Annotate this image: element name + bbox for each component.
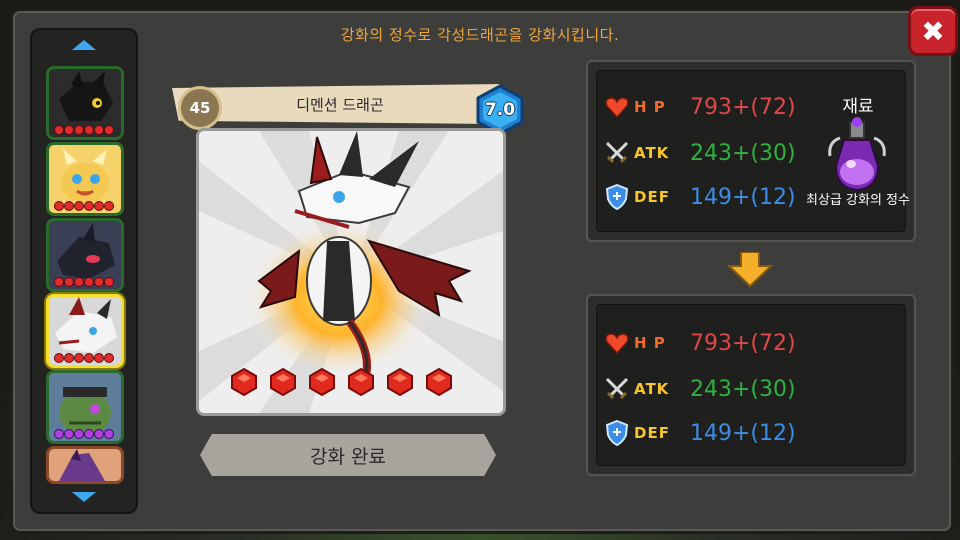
scroll-down-icon[interactable] [72,492,96,502]
material-name: 최상급 강화의 정수 [806,193,910,208]
dragon-name: 디멘션 드래곤 [296,96,384,114]
stat-row-hp: H P 793+(72) [604,90,796,124]
star-rating [55,278,113,286]
red-gem-icon [348,368,374,396]
star-rating [55,202,113,210]
arrow-down-icon [727,252,773,288]
close-button[interactable]: ✖ [908,6,958,56]
dragon-list-sidebar[interactable] [30,28,138,514]
red-gem-icon [387,368,413,396]
shield-icon [604,184,630,210]
hp-value-result: 793+(72) [690,330,796,356]
grade-value: 7.0 [484,100,516,120]
scroll-up-icon[interactable] [72,40,96,50]
star-rating [55,430,113,438]
def-value-result: 149+(12) [690,420,796,446]
red-gem-icon [231,368,257,396]
stat-row-hp-result: H P 793+(72) [604,326,796,360]
crossed-swords-icon [604,376,630,402]
close-icon: ✖ [921,14,945,48]
stat-row-atk-result: ATK 243+(30) [604,372,796,406]
heart-icon [604,330,630,356]
red-gem-icon [309,368,335,396]
dragon-list-item-selected[interactable] [46,294,124,368]
dragon-list-item[interactable] [46,370,124,444]
dragon-list-item[interactable] [46,66,124,140]
heart-icon [604,94,630,120]
dragon-level-badge: 45 [178,86,222,130]
enhance-complete-button[interactable]: 강화 완료 [200,434,496,476]
atk-value-result: 243+(30) [690,376,796,402]
dragon-list-item[interactable] [46,446,124,484]
purple-dragon-icon [49,449,121,481]
stat-row-def-result: DEF 149+(12) [604,416,796,450]
red-gem-icon [426,368,452,396]
stat-row-def: DEF 149+(12) [604,180,796,214]
def-value: 149+(12) [690,184,796,210]
star-rating [55,354,113,362]
stat-row-atk: ATK 243+(30) [604,136,796,170]
atk-value: 243+(30) [690,140,796,166]
dragon-list-item[interactable] [46,142,124,216]
instruction-text: 강화의 정수로 각성드래곤을 강화시킵니다. [340,26,620,44]
dragon-list-item[interactable] [46,218,124,292]
hp-value: 793+(72) [690,94,796,120]
essence-potion-icon[interactable] [822,116,892,194]
material-title: 재료 [842,97,874,117]
shield-icon [604,420,630,446]
star-rating [55,126,113,134]
crossed-swords-icon [604,140,630,166]
gem-rating [230,368,453,396]
red-gem-icon [270,368,296,396]
